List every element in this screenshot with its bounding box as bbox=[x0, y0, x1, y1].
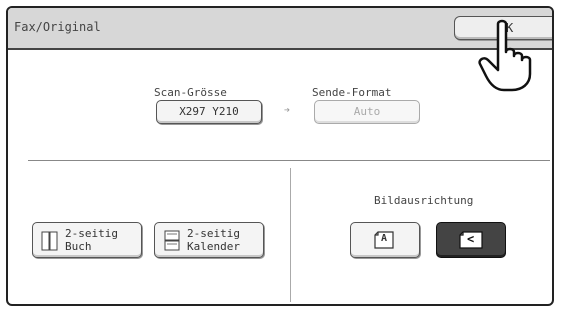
scan-size-button[interactable]: X297 Y210 bbox=[156, 100, 262, 124]
title-bar: Fax/Original OK bbox=[8, 8, 552, 50]
landscape-glyph: < bbox=[467, 232, 475, 246]
duplex-book-line2: Buch bbox=[65, 240, 92, 253]
section-divider bbox=[28, 160, 550, 161]
orientation-label: Bildausrichtung bbox=[374, 194, 474, 207]
duplex-calendar-button[interactable]: 2-seitig Kalender bbox=[154, 222, 264, 258]
duplex-calendar-line2: Kalender bbox=[187, 240, 240, 253]
send-format-value: Auto bbox=[353, 105, 381, 118]
send-format-button[interactable]: Auto bbox=[314, 100, 420, 124]
scan-size-value: X297 Y210 bbox=[179, 105, 239, 118]
orientation-landscape-button[interactable]: < bbox=[436, 222, 506, 258]
duplex-calendar-line1: 2-seitig bbox=[187, 227, 240, 240]
send-format-label: Sende-Format bbox=[312, 86, 392, 99]
dialog-title: Fax/Original bbox=[14, 20, 101, 34]
calendar-icon bbox=[164, 230, 180, 251]
pointer-hand-icon bbox=[478, 19, 532, 92]
duplex-book-button[interactable]: 2-seitig Buch bbox=[32, 222, 142, 258]
scan-size-label: Scan-Grösse bbox=[154, 86, 227, 99]
fax-original-dialog: Fax/Original OK Scan-Grösse X297 Y210 ➔ … bbox=[6, 6, 554, 306]
arrow-right-icon: ➔ bbox=[284, 105, 291, 116]
column-divider bbox=[290, 168, 291, 302]
portrait-glyph: A bbox=[381, 233, 388, 244]
duplex-book-line1: 2-seitig bbox=[65, 227, 118, 240]
book-icon bbox=[41, 231, 58, 251]
orientation-portrait-button[interactable]: A bbox=[350, 222, 420, 258]
